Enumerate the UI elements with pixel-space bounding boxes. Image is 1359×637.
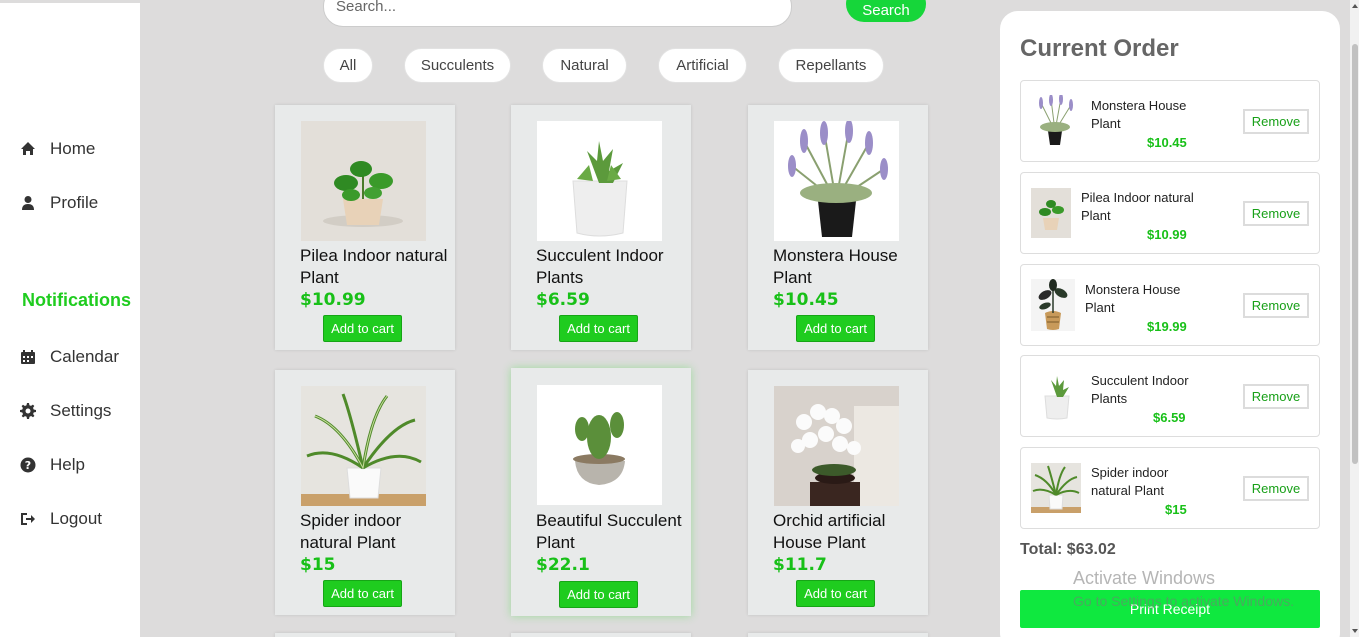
lavender-thumbnail [1031,95,1079,147]
product-name: Monstera House Plant [773,246,898,287]
remove-button[interactable]: Remove [1243,293,1309,318]
succulent-thumbnail [1033,370,1081,422]
sidebar-item-calendar[interactable]: Calendar [20,347,119,367]
remove-button[interactable]: Remove [1243,201,1309,226]
sidebar-item-label: Calendar [50,347,119,366]
order-total: Total: $63.02 [1020,541,1116,558]
order-item-name: Monstera House Plant [1085,282,1181,315]
remove-button[interactable]: Remove [1243,476,1309,501]
product-name: Pilea Indoor natural Plant [300,246,448,287]
product-price: $22.1 [536,555,590,575]
watermark-title: Activate Windows [1073,568,1216,588]
sidebar-item-help[interactable]: ? Help [20,455,85,475]
product-price: $11.7 [773,555,827,575]
filter-repellants[interactable]: Repellants [778,48,884,83]
product-price: $6.59 [536,290,590,310]
product-name: Beautiful Succulent Plant [536,511,682,552]
order-item: Pilea Indoor natural Plant $10.99 Remove [1020,172,1320,254]
current-order-panel: Current Order Monstera House Plant $10.4… [1000,11,1340,637]
order-item-price: $19.99 [1147,319,1187,334]
product-name: Orchid artificial House Plant [773,511,886,552]
gear-icon [20,403,36,419]
order-item-price: $15 [1165,502,1187,517]
product-card: Orchid artificial House Plant $11.7 Add … [748,370,928,615]
order-item-price: $6.59 [1153,410,1186,425]
order-item-name: Succulent Indoor Plants [1091,373,1189,406]
logout-icon [21,513,35,525]
sidebar-item-label: Help [50,455,85,474]
calendar-icon [21,350,35,364]
filter-all[interactable]: All [323,48,373,83]
filter-artificial[interactable]: Artificial [658,48,747,83]
watermark-subtitle: Go to Settings to activate Windows. [1073,593,1294,609]
product-card-partial [748,633,928,637]
product-name: Spider indoor natural Plant [300,511,402,552]
order-title: Current Order [1020,35,1179,62]
sidebar-item-label: Home [50,139,96,158]
product-card: Spider indoor natural Plant $15 Add to c… [275,370,455,615]
remove-button[interactable]: Remove [1243,109,1309,134]
pilea-plant-image [301,121,426,241]
user-icon [22,196,34,210]
sidebar-item-logout[interactable]: Logout [20,509,102,529]
monstera-thumbnail [1031,279,1075,331]
scroll-up-arrow-icon[interactable] [1351,2,1359,10]
add-to-cart-button[interactable]: Add to cart [559,581,638,608]
add-to-cart-button[interactable]: Add to cart [796,580,875,607]
filter-succulents[interactable]: Succulents [404,48,511,83]
sidebar-item-label: Profile [50,193,99,212]
sidebar-item-label: Settings [50,401,112,420]
scroll-down-arrow-icon[interactable] [1351,627,1359,635]
order-item: Succulent Indoor Plants $6.59 Remove [1020,355,1320,437]
order-item-price: $10.99 [1147,227,1187,242]
product-card: Pilea Indoor natural Plant $10.99 Add to… [275,105,455,350]
product-price: $10.99 [300,290,366,310]
succulent-plant-image [537,121,662,241]
home-icon [21,142,35,155]
search-button[interactable]: Search [846,0,926,22]
spider-plant-image [301,386,426,506]
order-item: Monstera House Plant $10.45 Remove [1020,80,1320,162]
order-item: Monstera House Plant $19.99 Remove [1020,264,1320,346]
orchid-plant-image [774,386,899,506]
spider-thumbnail [1031,463,1081,513]
product-card: Monstera House Plant $10.45 Add to cart [748,105,928,350]
search-input[interactable] [323,0,792,27]
add-to-cart-button[interactable]: Add to cart [559,315,638,342]
svg-text:?: ? [25,459,31,472]
remove-button[interactable]: Remove [1243,384,1309,409]
order-item-price: $10.45 [1147,135,1187,150]
sidebar-item-settings[interactable]: Settings [20,401,111,421]
order-item-name: Pilea Indoor natural Plant [1081,190,1194,223]
product-price: $15 [300,555,336,575]
scrollbar-thumb[interactable] [1352,44,1358,464]
help-icon: ? [20,457,36,473]
cactus-plant-image [537,385,662,505]
product-name: Succulent Indoor Plants [536,246,664,287]
product-card-partial [511,633,691,637]
product-card-partial [275,633,455,637]
notifications-heading[interactable]: Notifications [22,290,131,311]
pilea-thumbnail [1031,188,1071,238]
product-card-highlighted: Beautiful Succulent Plant $22.1 Add to c… [511,368,691,616]
product-price: $10.45 [773,290,839,310]
sidebar: Home Profile Notifications Calendar Sett… [0,3,140,637]
order-item-name: Spider indoor natural Plant [1091,465,1169,498]
filter-natural[interactable]: Natural [542,48,627,83]
activate-windows-watermark: Activate Windows Go to Settings to activ… [1073,568,1294,609]
product-card: Succulent Indoor Plants $6.59 Add to car… [511,105,691,350]
add-to-cart-button[interactable]: Add to cart [323,315,402,342]
order-item: Spider indoor natural Plant $15 Remove [1020,447,1320,529]
sidebar-item-home[interactable]: Home [20,139,95,159]
sidebar-item-label: Logout [50,509,102,528]
add-to-cart-button[interactable]: Add to cart [323,580,402,607]
add-to-cart-button[interactable]: Add to cart [796,315,875,342]
sidebar-item-profile[interactable]: Profile [20,193,98,213]
order-item-name: Monstera House Plant [1091,98,1187,131]
lavender-plant-image [774,121,899,241]
